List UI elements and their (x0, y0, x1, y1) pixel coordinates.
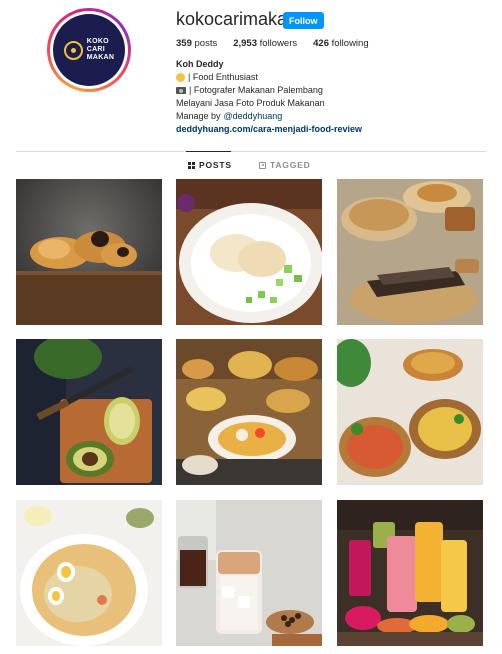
tab-divider (16, 151, 486, 152)
tag-icon (259, 161, 266, 169)
dumpling-photo (176, 179, 322, 325)
avocado-photo (16, 339, 162, 485)
post-thumbnail[interactable] (337, 500, 483, 646)
bio-mention-link[interactable]: @deddyhuang (224, 110, 283, 123)
profile-avatar[interactable]: KOKO CARI MAKAN (47, 8, 131, 92)
noodle-soup-photo (16, 500, 162, 646)
post-thumbnail[interactable] (176, 500, 322, 646)
iced-coffee-photo (176, 500, 322, 646)
post-thumbnail[interactable] (16, 179, 162, 325)
followers-count[interactable]: 2,953 followers (233, 38, 297, 49)
croissant-photo (16, 179, 162, 325)
profile-bio: Koh Deddy | Food Enthusiast | Fotografer… (176, 58, 476, 136)
bio-website-link[interactable]: deddyhuang.com/cara-menjadi-food-review (176, 123, 362, 136)
tab-active-indicator (186, 151, 231, 152)
post-thumbnail[interactable] (337, 339, 483, 485)
avatar-logo: KOKO CARI MAKAN (53, 14, 125, 86)
bio-name: Koh Deddy (176, 59, 224, 69)
profile-username: kokocarimakan (176, 9, 298, 29)
tab-posts[interactable]: POSTS (188, 160, 232, 170)
noodles-photo (337, 339, 483, 485)
smiley-emoji-icon (176, 73, 185, 82)
posts-count: 359 posts (176, 38, 218, 49)
spread-dishes-photo (176, 339, 322, 485)
follow-button[interactable]: Follow (283, 12, 324, 29)
post-thumbnail[interactable] (176, 339, 322, 485)
bio-line: Melayani Jasa Foto Produk Makanan (176, 98, 325, 108)
fruit-juice-photo (337, 500, 483, 646)
post-thumbnail[interactable] (16, 339, 162, 485)
grid-icon (188, 161, 195, 169)
bio-line: | Fotografer Makanan Palembang (189, 85, 323, 95)
smiley-logo-icon (63, 40, 83, 60)
profile-stats: 359 posts 2,953 followers 426 following (176, 38, 369, 49)
bio-line: | Food Enthusiast (188, 72, 258, 82)
post-thumbnail[interactable] (176, 179, 322, 325)
following-count[interactable]: 426 following (313, 38, 368, 49)
post-thumbnail[interactable] (16, 500, 162, 646)
camera-emoji-icon (176, 87, 186, 94)
post-thumbnail[interactable] (337, 179, 483, 325)
bakery-basket-photo (337, 179, 483, 325)
tab-tagged[interactable]: TAGGED (259, 160, 311, 170)
